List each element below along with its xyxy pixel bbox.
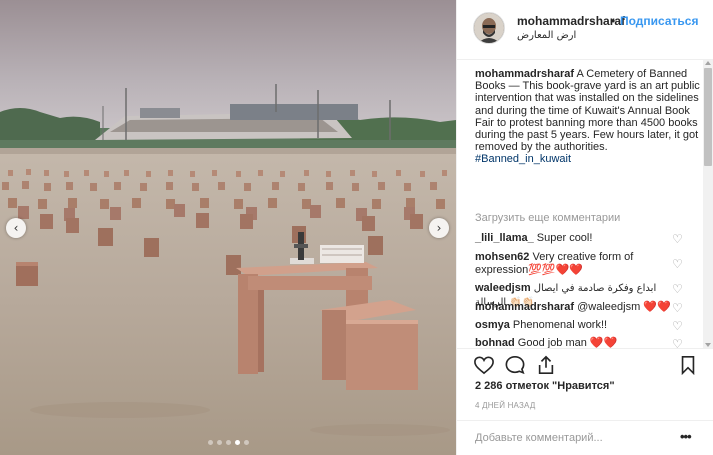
carousel-dot: [216, 440, 222, 445]
comment-text: Super cool!: [536, 232, 593, 244]
comment-like-heart-icon[interactable]: ♡: [672, 319, 683, 333]
comment-like-heart-icon[interactable]: ♡: [672, 257, 683, 271]
scroll-down-arrow-icon[interactable]: [705, 343, 711, 347]
comment-text: Good job man ❤️❤️: [517, 337, 618, 348]
bookmark-icon[interactable]: [679, 355, 697, 375]
comment-like-heart-icon[interactable]: ♡: [672, 301, 683, 315]
comments-scrollbar[interactable]: [703, 60, 713, 348]
carousel-dot-active: [234, 440, 240, 445]
caption-text: A Cemetery of Banned Books — This book-g…: [475, 68, 700, 154]
follow-button[interactable]: Подписаться: [620, 14, 698, 28]
post-sidebar: mohammadrsharaf • Подписаться ارض المعار…: [456, 0, 713, 455]
comments-list: mohammadrsharaf A Cemetery of Banned Boo…: [457, 60, 704, 348]
add-comment-form: Добавьте комментарий... •••: [457, 420, 713, 455]
comment-bubble-icon[interactable]: [504, 355, 526, 375]
chevron-right-icon: ›: [436, 221, 442, 235]
comment-item: mohammadrsharaf @waleedjsm ❤️❤️: [475, 301, 675, 314]
avatar[interactable]: [473, 12, 505, 44]
comment-like-heart-icon[interactable]: ♡: [672, 282, 683, 296]
carousel-dot: [243, 440, 249, 445]
separator-bullet: •: [611, 14, 616, 28]
carousel-dot: [207, 440, 213, 445]
comment-username[interactable]: _lili_llama_: [475, 232, 534, 244]
photo-scene: [0, 0, 456, 455]
like-count[interactable]: 2 286 отметок "Нравится": [475, 380, 615, 392]
carousel-indicator: [0, 440, 456, 445]
comment-item: _lili_llama_ Super cool!: [475, 232, 675, 245]
more-options-icon[interactable]: •••: [680, 429, 692, 444]
post-actions: [457, 348, 713, 378]
carousel-prev-button[interactable]: ‹: [6, 218, 26, 238]
comment-text: Phenomenal work!!: [512, 319, 608, 331]
scroll-up-arrow-icon[interactable]: [705, 61, 711, 65]
comment-item: osmya Phenomenal work!!: [475, 319, 675, 332]
scrollbar-thumb[interactable]: [704, 68, 712, 166]
post-header: mohammadrsharaf • Подписаться ارض المعار…: [457, 0, 713, 60]
comment-like-heart-icon[interactable]: ♡: [672, 337, 683, 348]
avatar-image: [474, 13, 504, 43]
comment-username[interactable]: waleedjsm: [475, 282, 531, 294]
carousel-dot: [225, 440, 231, 445]
caption-username[interactable]: mohammadrsharaf: [475, 68, 574, 80]
chevron-left-icon: ‹: [13, 221, 19, 235]
load-more-comments-button[interactable]: Загрузить еще комментарии: [475, 212, 620, 224]
post-timestamp[interactable]: 4 ДНЕЙ НАЗАД: [475, 401, 535, 410]
post-author-username[interactable]: mohammadrsharaf: [517, 14, 625, 28]
carousel-next-button[interactable]: ›: [429, 218, 449, 238]
post-caption: mohammadrsharaf A Cemetery of Banned Boo…: [475, 68, 703, 166]
comment-input[interactable]: Добавьте комментарий...: [475, 432, 603, 444]
comment-item: mohsen62 Very creative form of expressio…: [475, 251, 675, 276]
comment-like-heart-icon[interactable]: ♡: [672, 232, 683, 246]
comment-text: @waleedjsm ❤️❤️: [577, 301, 671, 313]
post-location[interactable]: ارض المعارض: [517, 30, 576, 41]
comment-item: bohnad Good job man ❤️❤️: [475, 337, 675, 348]
comment-username[interactable]: mohammadrsharaf: [475, 301, 574, 313]
comment-username[interactable]: osmya: [475, 319, 510, 331]
comment-username[interactable]: bohnad: [475, 337, 515, 348]
hashtag-link[interactable]: #Banned_in_kuwait: [475, 153, 571, 165]
share-icon[interactable]: [535, 355, 557, 375]
heart-icon[interactable]: [473, 355, 495, 375]
comment-username[interactable]: mohsen62: [475, 251, 529, 263]
post-photo[interactable]: ‹ ›: [0, 0, 456, 455]
